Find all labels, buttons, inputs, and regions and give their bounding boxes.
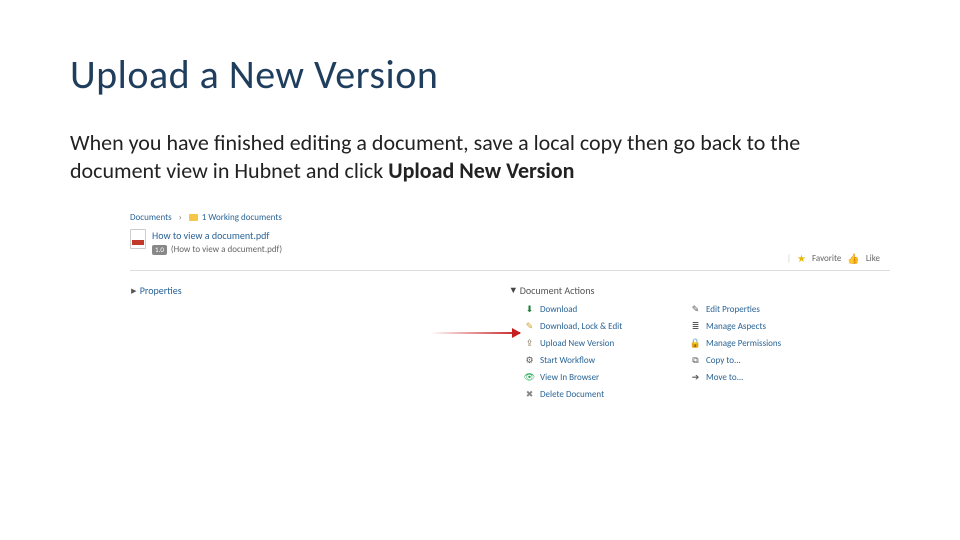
red-arrow-annotation	[430, 332, 520, 334]
body-bold: Upload New Version	[388, 157, 574, 184]
action-label: Manage Aspects	[706, 321, 766, 332]
favorite-label[interactable]: Favorite	[812, 253, 841, 264]
collapse-icon: ▶	[131, 286, 136, 295]
properties-label: Properties	[140, 284, 182, 297]
slide-body: When you have finished editing a documen…	[70, 129, 890, 184]
favorite-bar: | ★ Favorite 👍 Like	[787, 252, 880, 265]
action-upload[interactable]: ⇪ Upload New Version	[524, 338, 622, 349]
action-copy[interactable]: ⧉ Copy to...	[690, 355, 781, 366]
breadcrumb-root[interactable]: Documents	[130, 212, 172, 223]
document-name[interactable]: How to view a document.pdf	[152, 229, 282, 242]
action-move[interactable]: ➔ Move to...	[690, 372, 781, 383]
action-label: Download, Lock & Edit	[540, 321, 622, 332]
copy-icon: ⧉	[690, 355, 701, 366]
divider: |	[787, 253, 791, 264]
delete-icon: ✖	[524, 389, 535, 400]
document-actions-header[interactable]: ▶Document Actions	[510, 284, 594, 297]
hubnet-screenshot: Documents › 1 Working documents How to v…	[130, 212, 890, 432]
version-badge: 1.0	[152, 245, 167, 255]
aspects-icon: ≣	[690, 321, 701, 332]
action-perms[interactable]: 🔒 Manage Permissions	[690, 338, 781, 349]
expand-icon: ▶	[509, 288, 518, 293]
action-label: Copy to...	[706, 355, 741, 366]
action-label: View In Browser	[540, 372, 599, 383]
action-label: Download	[540, 304, 577, 315]
action-props[interactable]: ✎ Edit Properties	[690, 304, 781, 315]
action-delete[interactable]: ✖ Delete Document	[524, 389, 622, 400]
download-icon: ⬇	[524, 304, 535, 315]
properties-section[interactable]: ▶ Properties	[130, 284, 182, 297]
action-browser[interactable]: 👁 View In Browser	[524, 372, 622, 383]
like-label[interactable]: Like	[866, 253, 880, 264]
breadcrumb: Documents › 1 Working documents	[130, 212, 890, 223]
star-icon[interactable]: ★	[797, 252, 806, 265]
action-workflow[interactable]: ⚙ Start Workflow	[524, 355, 622, 366]
document-actions-col1: ⬇ Download ✎ Download, Lock & Edit ⇪ Upload N…	[524, 304, 622, 400]
slide-title: Upload a New Version	[70, 50, 890, 99]
slide: Upload a New Version When you have finis…	[0, 0, 960, 540]
upload-icon: ⇪	[524, 338, 535, 349]
action-download[interactable]: ⬇ Download	[524, 304, 622, 315]
document-actions-col2: ✎ Edit Properties ≣ Manage Aspects 🔒 Manage P…	[690, 304, 781, 383]
edit-icon: ✎	[524, 321, 535, 332]
perms-icon: 🔒	[690, 338, 701, 349]
action-label: Edit Properties	[706, 304, 760, 315]
move-icon: ➔	[690, 372, 701, 383]
workflow-icon: ⚙	[524, 355, 535, 366]
action-edit[interactable]: ✎ Download, Lock & Edit	[524, 321, 622, 332]
props-icon: ✎	[690, 304, 701, 315]
action-label: Manage Permissions	[706, 338, 781, 349]
browser-icon: 👁	[524, 372, 535, 383]
document-subname: (How to view a document.pdf)	[171, 244, 282, 255]
document-header: How to view a document.pdf 1.0 (How to v…	[130, 229, 890, 255]
folder-icon	[189, 214, 198, 221]
actions-header-label: Document Actions	[520, 284, 595, 297]
pdf-icon	[130, 229, 146, 249]
action-aspects[interactable]: ≣ Manage Aspects	[690, 321, 781, 332]
action-label: Delete Document	[540, 389, 604, 400]
breadcrumb-folder[interactable]: 1 Working documents	[202, 212, 282, 223]
divider-line	[130, 270, 890, 271]
breadcrumb-separator: ›	[179, 212, 182, 223]
like-icon[interactable]: 👍	[847, 252, 859, 265]
action-label: Upload New Version	[540, 338, 614, 349]
action-label: Start Workflow	[540, 355, 595, 366]
action-label: Move to...	[706, 372, 743, 383]
